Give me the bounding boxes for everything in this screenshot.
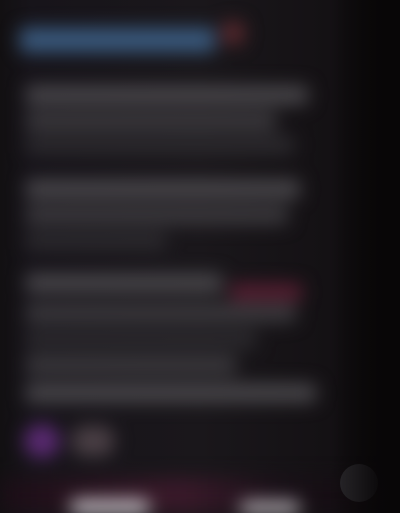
text-line <box>26 232 166 250</box>
text-line <box>26 206 288 224</box>
text-line <box>26 356 236 374</box>
reaction-chip[interactable] <box>72 426 114 456</box>
text-line <box>26 86 308 104</box>
avatar[interactable] <box>24 424 60 458</box>
text-line <box>26 304 296 322</box>
text-line <box>26 112 276 130</box>
text-line <box>26 136 294 154</box>
bottom-pill[interactable] <box>70 500 150 513</box>
header-badge <box>222 22 244 44</box>
text-line <box>26 274 222 292</box>
bottom-pill[interactable] <box>240 502 300 513</box>
header-title-bar <box>20 28 215 52</box>
text-line <box>26 384 316 402</box>
blurred-screen <box>0 0 400 513</box>
text-line <box>26 330 256 348</box>
highlighted-text <box>230 284 302 300</box>
text-line <box>26 180 300 198</box>
right-edge-shadow <box>332 0 400 513</box>
